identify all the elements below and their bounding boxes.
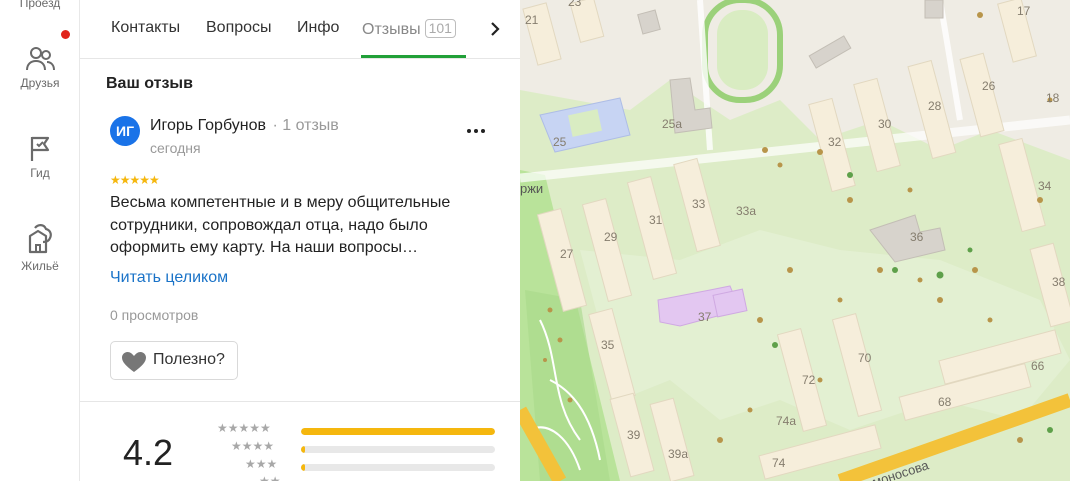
review-date: сегодня bbox=[150, 140, 201, 156]
map-label: 28 bbox=[928, 99, 942, 113]
map-label: 39 bbox=[627, 428, 641, 442]
map-label: 33а bbox=[736, 204, 756, 218]
map-label: 27 bbox=[560, 247, 574, 261]
map-label: 30 bbox=[878, 117, 892, 131]
author-name: Игорь Горбунов bbox=[150, 117, 266, 134]
map-label: 18 bbox=[1046, 91, 1060, 105]
map-label: 25 bbox=[553, 135, 567, 149]
map-view[interactable]: 21 23 17 25 25а 32 30 28 26 18 34 31 33 … bbox=[520, 0, 1070, 481]
rail-item-housing[interactable]: Жильё bbox=[0, 222, 80, 273]
map-label: 70 bbox=[858, 351, 872, 365]
map-label: 17 bbox=[1017, 4, 1031, 18]
more-options-icon[interactable] bbox=[464, 120, 488, 140]
review-author[interactable]: Игорь Горбунов · 1 отзыв bbox=[150, 117, 339, 135]
map-label: 26 bbox=[982, 79, 996, 93]
friends-icon bbox=[26, 47, 55, 71]
active-tab-indicator bbox=[361, 55, 466, 58]
map-label: 35 bbox=[601, 338, 615, 352]
map-label: 68 bbox=[938, 395, 952, 409]
section-title: Ваш отзыв bbox=[106, 75, 193, 92]
map-label: 29 bbox=[604, 230, 618, 244]
map-label: 38 bbox=[1052, 275, 1066, 289]
rail-item-label: Гид bbox=[30, 166, 50, 180]
rating-distribution-row: ★★★ bbox=[217, 457, 507, 472]
map-label: 37 bbox=[698, 310, 712, 324]
map-label: 23 bbox=[568, 0, 582, 9]
rail-item-label: Жильё bbox=[21, 259, 59, 273]
distribution-stars: ★★★★ bbox=[231, 439, 275, 453]
street-label: ржи bbox=[520, 181, 543, 196]
map-label: 72 bbox=[802, 373, 816, 387]
map-label: 34 bbox=[1038, 179, 1052, 193]
chevron-right-icon[interactable] bbox=[485, 19, 505, 39]
distribution-bar bbox=[301, 428, 495, 435]
distribution-stars: ★★★★★ bbox=[217, 421, 271, 435]
map-canvas[interactable]: 21 23 17 25 25а 32 30 28 26 18 34 31 33 … bbox=[520, 0, 1070, 481]
rail-item-label: Проезд bbox=[19, 0, 61, 10]
rating-distribution-row: ★★★★★ bbox=[217, 421, 507, 436]
distribution-bar bbox=[301, 464, 495, 471]
map-label: 25а bbox=[662, 117, 682, 131]
distribution-stars: ★★ bbox=[259, 474, 281, 481]
rail-item-friends[interactable]: Друзья bbox=[0, 45, 80, 90]
tab-bar: Контакты Вопросы Инфо Отзывы 101 bbox=[80, 0, 520, 59]
map-label: 21 bbox=[525, 13, 539, 27]
tab-reviews-label: Отзывы bbox=[362, 21, 421, 38]
review-stars: ★★★★★ bbox=[110, 173, 160, 187]
review-views: 0 просмотров bbox=[110, 307, 199, 323]
distribution-bar bbox=[301, 446, 495, 453]
app-root: Проезд Друзья Гид Жильё Контакты Вопросы… bbox=[0, 0, 1070, 481]
map-label: 31 bbox=[649, 213, 663, 227]
read-more-link[interactable]: Читать целиком bbox=[110, 269, 228, 287]
distribution-bar-fill bbox=[301, 428, 495, 435]
average-rating: 4.2 bbox=[123, 432, 174, 473]
rail-item-route[interactable]: Проезд bbox=[0, 0, 80, 10]
map-label: 39а bbox=[668, 447, 688, 461]
tab-questions[interactable]: Вопросы bbox=[206, 19, 272, 37]
notification-dot bbox=[61, 30, 70, 39]
housing-icon bbox=[28, 224, 52, 254]
distribution-stars: ★★★ bbox=[245, 457, 278, 471]
rating-distribution-row: ★★ bbox=[217, 474, 507, 481]
distribution-bar-fill bbox=[301, 464, 305, 471]
tab-contacts[interactable]: Контакты bbox=[111, 19, 180, 37]
author-review-count: · 1 отзыв bbox=[272, 117, 339, 134]
rail-item-label: Друзья bbox=[20, 76, 60, 90]
useful-button-label: Полезно? bbox=[153, 351, 225, 368]
flag-icon bbox=[30, 136, 50, 161]
map-label: 33 bbox=[692, 197, 706, 211]
useful-button[interactable]: Полезно? bbox=[110, 341, 238, 380]
map-label: 74а bbox=[776, 414, 796, 428]
avatar[interactable]: ИГ bbox=[110, 116, 140, 146]
reviews-count-badge: 101 bbox=[424, 19, 456, 38]
map-label: 74 bbox=[772, 456, 786, 470]
rating-distribution-row: ★★★★ bbox=[217, 439, 507, 454]
rail-item-guide[interactable]: Гид bbox=[0, 135, 80, 180]
map-label: 32 bbox=[828, 135, 842, 149]
left-rail: Проезд Друзья Гид Жильё bbox=[0, 0, 80, 481]
place-panel: Контакты Вопросы Инфо Отзывы 101 Ваш отзы… bbox=[80, 0, 520, 481]
tab-info[interactable]: Инфо bbox=[297, 19, 339, 37]
review-text: Весьма компетентные и в меру общительные… bbox=[110, 194, 451, 256]
divider bbox=[80, 401, 520, 402]
map-label: 66 bbox=[1031, 359, 1045, 373]
distribution-bar-fill bbox=[301, 446, 305, 453]
heart-icon bbox=[122, 352, 146, 372]
map-label: 36 bbox=[910, 230, 924, 244]
tab-reviews[interactable]: Отзывы 101 bbox=[362, 19, 456, 39]
